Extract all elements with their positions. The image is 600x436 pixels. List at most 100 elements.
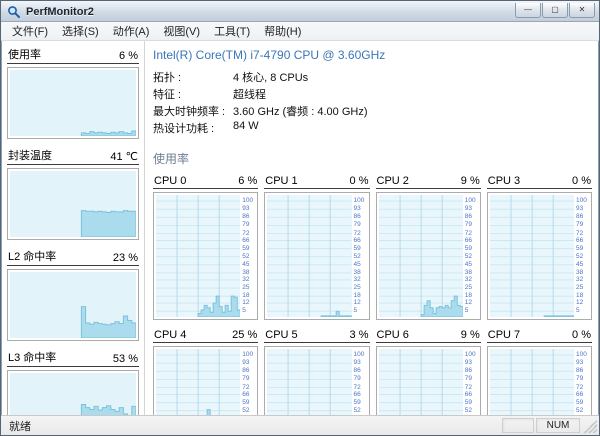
num-lock-indicator: NUM [536, 418, 580, 433]
menu-item-5[interactable]: 帮助(H) [257, 21, 308, 41]
graph-header: CPU 2 9 % [376, 175, 481, 189]
graph-value: 23 % [113, 252, 138, 264]
y-tick-label: 5 [354, 308, 358, 315]
maximize-button[interactable]: ▢ [542, 3, 568, 18]
info-label: 特征 : [153, 86, 233, 102]
graph-label: CPU 2 [377, 175, 409, 187]
y-tick-label: 100 [465, 352, 476, 359]
cpu-graph: 100938679726659524538322518125 [153, 192, 258, 320]
y-tick-label: 59 [576, 245, 583, 252]
info-value: 超线程 [233, 86, 266, 102]
cpu-graph-cell: CPU 69 %100938679726659524538322518125 [376, 329, 481, 415]
minimize-button[interactable]: — [515, 3, 541, 18]
y-tick-label: 93 [576, 206, 583, 213]
menu-item-4[interactable]: 工具(T) [207, 21, 257, 41]
cpu-graph: 100938679726659524538322518125 [264, 346, 369, 415]
graph-label: CPU 4 [154, 329, 186, 341]
y-tick-label: 59 [354, 399, 361, 406]
y-axis-labels: 100938679726659524538322518125 [240, 349, 255, 415]
cpu-graph-cell: CPU 29 %100938679726659524538322518125 [376, 175, 481, 320]
resize-grip[interactable] [582, 418, 597, 433]
cpu-graph: 100938679726659524538322518125 [487, 192, 592, 320]
y-tick-label: 66 [465, 391, 472, 398]
graph-header: CPU 70 % [487, 329, 592, 343]
graph-header: CPU 10 % [264, 175, 369, 189]
y-tick-label: 79 [465, 376, 472, 383]
graph-value: 0 % [350, 175, 369, 187]
y-tick-label: 52 [242, 407, 249, 414]
graph-header: CPU 425 % [153, 329, 258, 343]
y-axis-labels: 100938679726659524538322518125 [240, 195, 255, 317]
graph-value: 0 % [572, 175, 591, 187]
y-tick-label: 52 [576, 253, 583, 260]
cpu-info-row: 特征 :超线程 [153, 86, 592, 102]
main-panel: Intel(R) Core(TM) i7-4790 CPU @ 3.60GHz … [145, 41, 598, 415]
y-tick-label: 66 [242, 391, 249, 398]
graph-value: 6 % [238, 175, 257, 187]
info-value: 3.60 GHz (睿频 : 4.00 GHz) [233, 103, 367, 119]
y-tick-label: 59 [354, 245, 361, 252]
y-tick-label: 86 [242, 368, 249, 375]
y-tick-label: 100 [576, 352, 587, 359]
cpu-graph-cell: CPU 0 6 % 100938679726659524538322518125 [153, 175, 258, 320]
app-window: PerfMonitor2 — ▢ ✕ 文件(F)选择(S)动作(A)视图(V)工… [0, 0, 600, 436]
cpu-info-rows: 拓扑 :4 核心, 8 CPUs特征 :超线程最大时钟频率 :3.60 GHz … [153, 69, 592, 136]
y-tick-label: 59 [465, 245, 472, 252]
graph-header: L2 命中率23 % [7, 248, 139, 266]
y-tick-label: 100 [354, 198, 365, 205]
y-tick-label: 100 [242, 198, 253, 205]
cpu-graph-cell: CPU 425 % 100938679726659524538322518125 [153, 329, 258, 415]
graph-label: L3 命中率 [8, 349, 56, 365]
y-tick-label: 32 [576, 277, 583, 284]
cpu-graph: 100938679726659524538322518125 [487, 346, 592, 415]
menu-item-2[interactable]: 动作(A) [106, 21, 157, 41]
y-tick-label: 93 [354, 360, 361, 367]
cpu-info-row: 最大时钟频率 :3.60 GHz (睿频 : 4.00 GHz) [153, 103, 592, 119]
graph-header: CPU 0 6 % [153, 175, 258, 189]
y-tick-label: 93 [242, 206, 249, 213]
info-label: 热设计功耗 : [153, 120, 233, 136]
graph-label: CPU 5 [265, 329, 297, 341]
y-tick-label: 12 [354, 300, 361, 307]
titlebar[interactable]: PerfMonitor2 — ▢ ✕ [1, 1, 599, 22]
graph-label: 使用率 [8, 46, 41, 62]
y-tick-label: 5 [465, 308, 469, 315]
app-icon [7, 5, 21, 19]
cpu-info-row: 热设计功耗 :84 W [153, 120, 592, 136]
y-axis-labels: 100938679726659524538322518125 [463, 349, 478, 415]
y-tick-label: 66 [242, 237, 249, 244]
menu-item-1[interactable]: 选择(S) [55, 21, 106, 41]
sidebar-graph-panel: L2 命中率23 % [7, 248, 139, 341]
y-tick-label: 52 [242, 253, 249, 260]
sidebar-graph [7, 67, 139, 139]
sidebar-graph [7, 269, 139, 341]
y-tick-label: 32 [242, 277, 249, 284]
y-tick-label: 79 [242, 222, 249, 229]
y-tick-label: 52 [354, 407, 361, 414]
status-text: 就绪 [9, 418, 500, 434]
menu-item-0[interactable]: 文件(F) [5, 21, 55, 41]
y-tick-label: 12 [465, 300, 472, 307]
y-axis-labels: 100938679726659524538322518125 [574, 349, 589, 415]
y-tick-label: 93 [465, 206, 472, 213]
y-tick-label: 79 [576, 376, 583, 383]
y-tick-label: 86 [576, 368, 583, 375]
y-tick-label: 45 [354, 262, 361, 269]
menu-item-3[interactable]: 视图(V) [156, 21, 207, 41]
y-tick-label: 32 [354, 277, 361, 284]
y-tick-label: 12 [576, 300, 583, 307]
y-tick-label: 79 [354, 376, 361, 383]
cpu-graph: 100938679726659524538322518125 [376, 346, 481, 415]
cpu-graph-cell: CPU 30 %100938679726659524538322518125 [487, 175, 592, 320]
y-tick-label: 93 [465, 360, 472, 367]
graph-value: 9 % [461, 329, 480, 341]
graph-label: CPU 0 [154, 175, 186, 187]
y-tick-label: 5 [576, 308, 580, 315]
y-tick-label: 79 [576, 222, 583, 229]
menubar: 文件(F)选择(S)动作(A)视图(V)工具(T)帮助(H) [1, 22, 599, 41]
graph-label: CPU 3 [488, 175, 520, 187]
graph-value: 9 % [461, 175, 480, 187]
graph-value: 3 % [350, 329, 369, 341]
close-button[interactable]: ✕ [569, 3, 595, 18]
y-tick-label: 66 [465, 237, 472, 244]
